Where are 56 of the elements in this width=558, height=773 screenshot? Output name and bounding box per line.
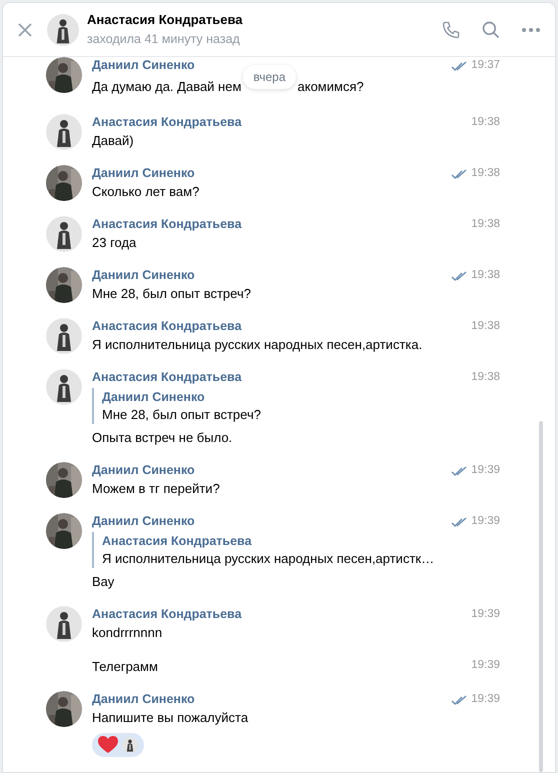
message-time: 19:38 [471, 318, 500, 334]
date-badge: вчера [243, 65, 296, 89]
message-time: 19:38 [471, 216, 500, 232]
author-name[interactable]: Анастасия Кондратьева [92, 605, 242, 624]
message-time: 19:38 [471, 268, 500, 283]
message-text: Можем в тг перейти? [92, 480, 220, 498]
message-time: 19:38 [471, 370, 500, 385]
reply-author: Анастасия Кондратьева [102, 533, 253, 550]
author-name[interactable]: Анастасия Кондратьева [92, 368, 242, 387]
message-text: Телеграмм [92, 658, 158, 676]
message-text: Давай) [92, 132, 134, 150]
close-icon[interactable] [17, 22, 33, 38]
message-text: 23 года [92, 234, 136, 252]
message-text: Сколько лет вам? [92, 183, 200, 201]
reply-text: Я исполнительница русских народных песен,артистк… [102, 550, 436, 568]
phone-icon[interactable] [441, 20, 461, 40]
message-text: kondrrrnnnn [92, 624, 162, 642]
author-name[interactable]: Даниил Синенко [92, 56, 195, 75]
double-check-icon [451, 466, 468, 476]
message-text: Напишите вы пожалуйста [92, 709, 248, 727]
message-time: 19:39 [471, 462, 500, 478]
reply-text: Мне 28, был опыт встреч? [102, 406, 262, 424]
author-name[interactable]: Даниил Синенко [92, 461, 195, 480]
reply-author: Даниил Синенко [102, 389, 206, 406]
double-check-icon [451, 60, 468, 70]
double-check-icon [451, 270, 468, 280]
contact-status: заходила 41 минуту назад [87, 30, 241, 48]
message-text: Опыта встреч не было. [92, 429, 232, 447]
message-text: Да думаю да. Давай нем [92, 78, 242, 96]
message-time: 19:38 [471, 166, 500, 181]
author-name[interactable]: Анастасия Кондратьева [92, 113, 242, 132]
double-check-icon [451, 694, 468, 704]
message-time: 19:38 [471, 114, 500, 130]
double-check-icon [451, 168, 468, 178]
double-check-icon [451, 516, 468, 526]
message-time: 19:39 [471, 514, 500, 529]
reaction-chip[interactable] [92, 733, 144, 757]
author-name[interactable]: Даниил Синенко [92, 690, 195, 709]
more-icon[interactable] [521, 26, 541, 32]
search-icon[interactable] [481, 20, 501, 40]
message-text: акомимся? [298, 78, 364, 96]
heart-icon [98, 736, 118, 754]
scrollbar[interactable] [539, 421, 543, 772]
author-name[interactable]: Анастасия Кондратьева [92, 215, 242, 234]
author-name[interactable]: Даниил Синенко [92, 164, 195, 183]
contact-name[interactable]: Анастасия Кондратьева [87, 10, 441, 30]
message-time: 19:39 [471, 606, 500, 622]
message-text: Вау [92, 573, 114, 591]
message-time: 19:39 [471, 692, 500, 707]
message-text: Мне 28, был опыт встреч? [92, 285, 251, 303]
message-time: 19:39 [471, 658, 500, 673]
author-name[interactable]: Анастасия Кондратьева [92, 317, 242, 336]
author-name[interactable]: Даниил Синенко [92, 266, 195, 285]
author-name[interactable]: Даниил Синенко [92, 512, 195, 531]
message-time: 19:37 [471, 58, 500, 73]
message-text: Я исполнительница русских народных песен,артистка. [92, 336, 422, 354]
